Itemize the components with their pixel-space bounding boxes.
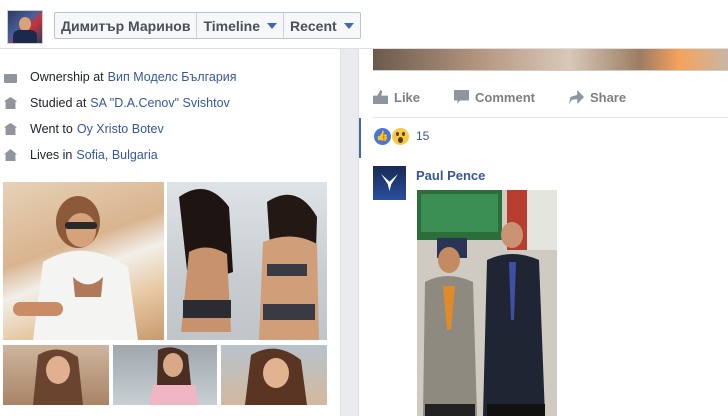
photo-thumbnail[interactable] <box>3 182 164 340</box>
graduation-cap-icon <box>4 97 17 109</box>
share-label: Share <box>589 89 627 105</box>
graduation-cap-icon <box>4 123 17 135</box>
photo-thumbnail[interactable] <box>113 345 217 405</box>
timeline-dropdown[interactable]: Timeline <box>197 13 284 38</box>
news-feed: Like Comment Share 👍 15 Paul Pence <box>358 49 728 416</box>
intro-work-prefix: Ownership at <box>30 70 104 84</box>
photo-woman-hair <box>245 348 307 405</box>
photo-thumbnail[interactable] <box>3 345 109 405</box>
intro-column: Ownership at Вип Моделс България Studied… <box>0 49 341 416</box>
like-reaction-icon: 👍 <box>374 128 391 145</box>
photo-thumbnail[interactable] <box>221 345 327 405</box>
profile-avatar[interactable] <box>7 10 43 44</box>
wow-mouth <box>398 137 403 143</box>
wow-reaction-icon <box>392 128 409 145</box>
comment-author-avatar[interactable] <box>373 166 406 200</box>
intro-work-link[interactable]: Вип Моделс България <box>108 70 237 84</box>
avatar-body <box>13 30 37 43</box>
comment-photo[interactable] <box>417 190 557 416</box>
recent-label: Recent <box>290 17 337 34</box>
profile-name: Димитър Маринов <box>61 17 191 34</box>
eagle-logo-icon <box>381 174 398 191</box>
briefcase-icon <box>4 73 17 83</box>
intro-lives-link[interactable]: Sofia, Bulgaria <box>76 148 157 162</box>
photo-beach-woman <box>13 196 138 340</box>
photo-thumbnail[interactable] <box>167 182 327 340</box>
reaction-count[interactable]: 15 <box>416 129 429 143</box>
photo-two-women <box>179 189 319 340</box>
photo-woman-mirror <box>149 347 199 405</box>
comment-icon <box>454 90 470 104</box>
comment-author-name[interactable]: Paul Pence <box>416 168 485 183</box>
chevron-down-icon <box>267 22 277 29</box>
intro-school-link[interactable]: Оу Xristo Botev <box>77 122 164 136</box>
profile-name-link[interactable]: Димитър Маринов <box>55 13 198 38</box>
intro-school: Went to Оу Xristo Botev <box>0 119 164 139</box>
post-actions: Like Comment Share <box>373 83 728 111</box>
top-bar: Димитър Маринов Timeline Recent <box>0 0 728 49</box>
intro-lives: Lives in Sofia, Bulgaria <box>0 145 158 165</box>
thumbs-up-icon <box>373 90 388 104</box>
share-button[interactable]: Share <box>568 89 627 105</box>
intro-studied-link[interactable]: SA "D.A.Cenov" Svishtov <box>90 96 230 110</box>
avatar-face <box>19 17 31 31</box>
home-icon <box>4 149 17 161</box>
wow-eye <box>402 132 405 136</box>
comment-label: Comment <box>475 89 535 105</box>
photo-woman-portrait <box>33 349 83 405</box>
like-button[interactable]: Like <box>373 90 420 105</box>
intro-lives-prefix: Lives in <box>30 148 73 162</box>
reaction-summary[interactable]: 👍 15 <box>359 118 728 158</box>
recent-dropdown[interactable]: Recent <box>284 13 360 38</box>
intro-work: Ownership at Вип Моделс България <box>0 67 237 87</box>
wow-eye <box>396 132 399 136</box>
like-label: Like <box>394 89 421 105</box>
post-image[interactable] <box>373 49 728 71</box>
intro-studied-prefix: Studied at <box>30 96 87 110</box>
share-icon <box>568 90 584 104</box>
intro-studied: Studied at SA "D.A.Cenov" Svishtov <box>0 93 230 113</box>
timeline-label: Timeline <box>203 17 260 34</box>
comment-button[interactable]: Comment <box>454 90 535 105</box>
intro-school-prefix: Went to <box>30 122 73 136</box>
comment-photo-two-men <box>417 190 557 416</box>
breadcrumb: Димитър Маринов Timeline Recent <box>54 12 361 39</box>
chevron-down-icon <box>343 22 354 29</box>
